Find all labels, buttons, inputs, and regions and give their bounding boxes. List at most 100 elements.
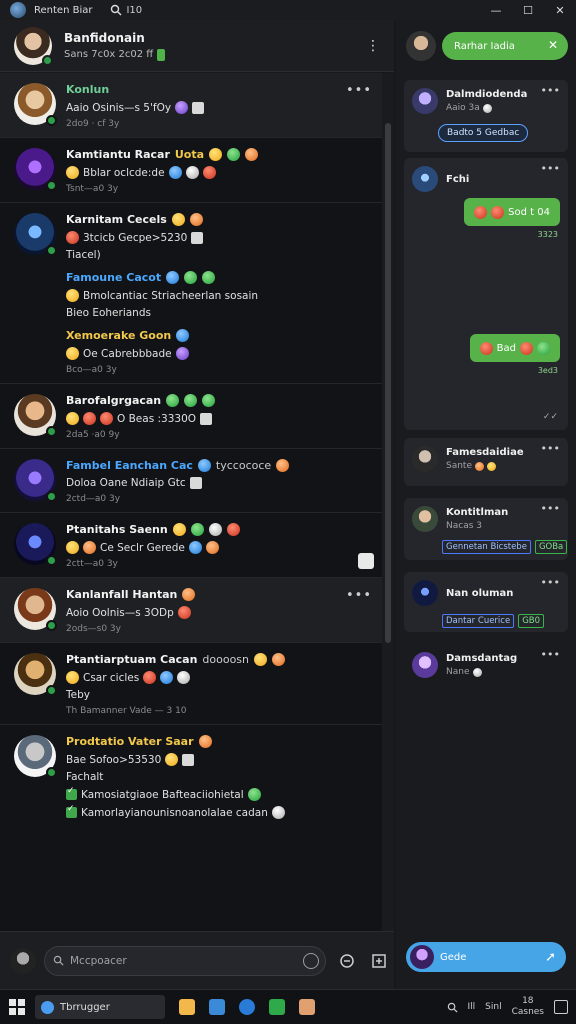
- maximize-button[interactable]: ☐: [512, 0, 544, 20]
- contact-name: Kontitlman: [446, 507, 509, 518]
- checkbox-icon[interactable]: [66, 786, 77, 800]
- clock-date: Casnes: [511, 1007, 544, 1017]
- contact-card[interactable]: Famesdaidiae Sante •••: [404, 438, 568, 486]
- avatar[interactable]: [14, 148, 57, 191]
- avatar[interactable]: [10, 947, 36, 974]
- avatar[interactable]: [14, 394, 57, 437]
- avatar[interactable]: [14, 83, 57, 126]
- taskbar-app-label: Tbrrugger: [60, 1001, 110, 1013]
- message-menu-button[interactable]: •••: [346, 83, 372, 98]
- message-group[interactable]: Konlun Aaio Osinis—s 5'fOy 2do9 · cf 3y …: [0, 73, 382, 138]
- contact-tag[interactable]: Dantar Cuerice: [442, 614, 515, 628]
- message-group[interactable]: Ptanitahs Saenn Ce Seclr Gerede 2ctt—a0 …: [0, 513, 382, 578]
- contact-tag[interactable]: GB0: [518, 614, 545, 628]
- card-menu-button[interactable]: •••: [541, 502, 560, 515]
- message-text: Ce Seclr Gerede: [100, 541, 185, 554]
- message-text: Bmolcantiac Striacheerlan sosain: [83, 289, 259, 302]
- message-group[interactable]: Ptantiarptuam Cacan doooosn Csar cicles T…: [0, 643, 382, 725]
- link-button[interactable]: [336, 950, 358, 972]
- more-options-button[interactable]: ⋮: [366, 38, 380, 54]
- message-group[interactable]: Kamtiantu Racar Uota Bblar oclcde:de Tsnt…: [0, 138, 382, 203]
- close-button[interactable]: ✕: [544, 0, 576, 20]
- send-icon[interactable]: ➚: [545, 950, 556, 965]
- avatar[interactable]: [412, 446, 438, 472]
- emoji-picker-icon[interactable]: [303, 952, 319, 969]
- avatar[interactable]: [14, 213, 57, 256]
- card-menu-button[interactable]: •••: [541, 442, 560, 455]
- card-menu-button[interactable]: •••: [541, 84, 560, 97]
- contact-card[interactable]: Nan oluman ••• Dantar Cuerice GB0: [404, 572, 568, 632]
- call-banner-button[interactable]: Rarhar Iadia ✕: [442, 32, 568, 60]
- message-menu-button[interactable]: •••: [346, 588, 372, 603]
- card-action-button[interactable]: Badto 5 Gedbac: [438, 124, 529, 142]
- search-icon[interactable]: [447, 1002, 458, 1013]
- store-icon[interactable]: [209, 999, 225, 1015]
- message-group[interactable]: Fambel Eanchan Cac tyccococe Doloa Oane N…: [0, 449, 382, 513]
- sticker-icon: [191, 231, 204, 244]
- folder-icon[interactable]: [179, 999, 195, 1015]
- tray-text[interactable]: Sinl: [485, 1002, 501, 1012]
- avatar[interactable]: [14, 26, 53, 66]
- avatar[interactable]: [412, 506, 438, 532]
- attachment-icon[interactable]: [358, 553, 374, 569]
- message-group[interactable]: Karnitam Cecels 3tcicb Gecpe>5230 Tiacel…: [0, 203, 382, 384]
- message-group[interactable]: Barofalgrgacan O Beas :3330O 2da5 ·a0 9y: [0, 384, 382, 449]
- avatar[interactable]: [14, 735, 57, 778]
- checkbox-icon[interactable]: [66, 804, 77, 818]
- message-list[interactable]: Konlun Aaio Osinis—s 5'fOy 2do9 · cf 3y …: [0, 73, 382, 931]
- avatar[interactable]: [14, 653, 57, 696]
- start-button[interactable]: [9, 999, 25, 1015]
- contact-tag[interactable]: GOBa: [534, 540, 568, 554]
- message-group[interactable]: Kanlanfall Hantan Aoio Oolnis—s 3ODp 2od…: [0, 578, 382, 643]
- contact-card[interactable]: Damsdantag Nane •••: [404, 644, 568, 692]
- minimize-button[interactable]: —: [480, 0, 512, 20]
- contact-tag[interactable]: Gennetan Bicstebe: [442, 540, 531, 554]
- card-menu-button[interactable]: •••: [541, 576, 560, 589]
- upload-button[interactable]: [368, 950, 390, 972]
- tray-text[interactable]: Ill: [468, 1002, 476, 1012]
- notifications-icon[interactable]: [554, 1000, 568, 1014]
- message-input[interactable]: Mccpoacer: [44, 945, 326, 976]
- clock-time: 18: [522, 996, 534, 1006]
- app-icon[interactable]: [299, 999, 315, 1015]
- sent-bubble[interactable]: Bad: [469, 334, 560, 362]
- scrollbar[interactable]: [382, 73, 394, 931]
- clock[interactable]: 18 Casnes: [512, 996, 544, 1018]
- system-tray: Ill Sinl 18 Casnes: [447, 996, 568, 1018]
- sent-bubble[interactable]: Sod t 04: [464, 198, 560, 226]
- close-icon[interactable]: ✕: [548, 38, 558, 52]
- emoji-icon: [475, 461, 484, 471]
- avatar[interactable]: [14, 523, 57, 566]
- sheet-icon[interactable]: [269, 999, 285, 1015]
- avatar[interactable]: [412, 580, 438, 606]
- avatar[interactable]: [14, 459, 57, 502]
- emoji-icon: [491, 205, 505, 219]
- browser-icon[interactable]: [239, 999, 255, 1015]
- emoji-icon: [177, 606, 191, 619]
- emoji-icon: [247, 788, 261, 801]
- avatar[interactable]: [412, 166, 438, 192]
- emoji-icon: [168, 166, 182, 179]
- card-menu-button[interactable]: •••: [541, 648, 560, 661]
- chat-preview-card[interactable]: Fchi ••• Sod t 04 3323 Bad 3ed3 ✓✓: [404, 158, 568, 430]
- avatar[interactable]: [14, 588, 57, 631]
- emoji-icon: [271, 806, 285, 819]
- quick-reply-button[interactable]: Gede ➚: [406, 942, 566, 972]
- sender-note: doooosn: [202, 653, 250, 666]
- contact-card[interactable]: Dalmdiodenda Aaio 3a ••• Badto 5 Gedbac: [404, 80, 568, 152]
- contact-card[interactable]: Kontitlman Nacas 3 ••• Gennetan Bicstebe…: [404, 498, 568, 560]
- card-menu-button[interactable]: •••: [541, 162, 560, 175]
- avatar[interactable]: [406, 31, 436, 61]
- emoji-icon: [474, 205, 488, 219]
- emoji-icon: [188, 541, 202, 554]
- contact-name: Famesdaidiae: [446, 447, 524, 458]
- avatar[interactable]: [412, 652, 438, 678]
- taskbar-app-button[interactable]: Tbrrugger: [35, 995, 165, 1019]
- emoji-icon: [208, 523, 222, 536]
- avatar[interactable]: [412, 88, 438, 114]
- title-search[interactable]: I10: [110, 4, 142, 16]
- message-group[interactable]: Prodtatio Vater Saar Bae Sofoo>53530 Fac…: [0, 725, 382, 827]
- scrollbar-thumb[interactable]: [385, 123, 391, 643]
- message-text: 3tcicb Gecpe>5230: [83, 231, 188, 244]
- emoji-icon: [175, 101, 189, 114]
